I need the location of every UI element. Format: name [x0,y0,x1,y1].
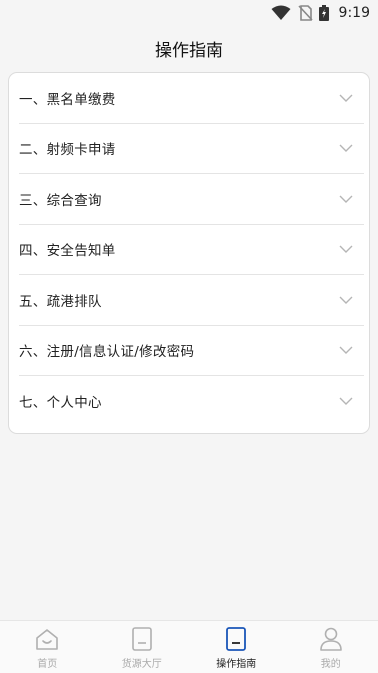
tab-label: 我的 [320,659,341,670]
chevron-down-icon [339,144,353,153]
tab-home[interactable]: 首页 [0,621,95,673]
guide-item-register-auth[interactable]: 六、注册/信息认证/修改密码 [19,326,364,376]
guide-item-label: 三、综合查询 [19,192,102,209]
bottom-tab-bar: 首页 货源大厅 操作指南 我的 [0,620,378,673]
guide-item-port-queue[interactable]: 五、疏港排队 [19,275,364,326]
guide-item-personal-center[interactable]: 七、个人中心 [19,376,364,427]
guide-item-rfid-card[interactable]: 二、射频卡申请 [19,124,364,174]
guide-item-label: 四、安全告知单 [19,243,116,260]
guide-item-label: 七、个人中心 [19,395,102,412]
guide-item-label: 五、疏港排队 [19,293,102,310]
guide-item-label: 六、注册/信息认证/修改密码 [19,344,195,361]
app-screen: 9:19 操作指南 一、黑名单缴费 二、射频卡申请 三、综合查询 四、安全告知单… [0,0,378,673]
tab-profile[interactable]: 我的 [284,621,378,673]
tab-label: 货源大厅 [121,659,162,670]
tab-guide[interactable]: 操作指南 [189,621,284,673]
guide-icon [226,627,247,651]
guide-item-blacklist-payment[interactable]: 一、黑名单缴费 [19,73,364,124]
chevron-down-icon [339,296,353,304]
guide-list: 一、黑名单缴费 二、射频卡申请 三、综合查询 四、安全告知单 五、疏港排队 六、… [8,72,370,434]
guide-item-safety-notice[interactable]: 四、安全告知单 [19,225,364,275]
home-icon [36,629,59,650]
chevron-down-icon [339,245,353,254]
page-header: 操作指南 [0,26,378,70]
cargo-hall-icon [131,627,152,651]
status-time: 9:19 [338,5,370,21]
chevron-down-icon [339,346,353,355]
page-title: 操作指南 [155,40,223,61]
wifi-icon [271,5,291,21]
tab-cargo-hall[interactable]: 货源大厅 [95,621,190,673]
tab-label: 操作指南 [216,659,257,670]
guide-item-query[interactable]: 三、综合查询 [19,174,364,225]
profile-icon [319,627,342,651]
status-bar: 9:19 [0,0,378,26]
guide-item-label: 一、黑名单缴费 [19,91,116,108]
chevron-down-icon [339,94,353,102]
no-sim-icon [297,5,313,21]
battery-charging-icon [318,5,329,21]
guide-item-label: 二、射频卡申请 [19,142,116,159]
chevron-down-icon [339,397,353,406]
chevron-down-icon [339,195,353,203]
tab-label: 首页 [37,659,58,670]
